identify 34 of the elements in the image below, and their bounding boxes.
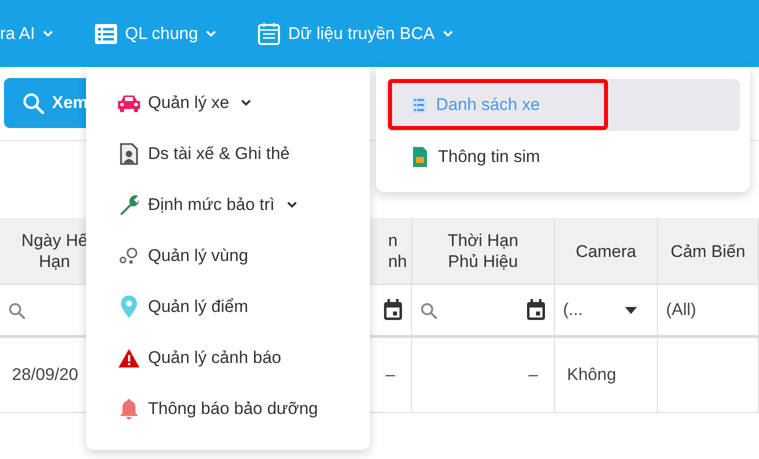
chevron-icon	[442, 30, 453, 37]
table-cell: –	[412, 338, 555, 413]
map-pin-icon	[120, 294, 138, 318]
table-cell: Không	[555, 338, 658, 413]
calendar-icon	[526, 299, 546, 321]
calendar-icon	[383, 299, 403, 321]
search-icon	[22, 92, 44, 114]
list-icon	[412, 97, 426, 113]
id-card-icon	[120, 142, 138, 164]
calendar-icon	[258, 22, 280, 44]
bell-icon	[119, 398, 139, 420]
list-icon	[94, 24, 117, 44]
circles-icon	[119, 246, 139, 264]
chevron-icon	[42, 30, 53, 37]
sim-card-icon	[412, 146, 428, 168]
column-header: Camera	[576, 240, 636, 262]
menu-item[interactable]: Thông tin sim	[386, 131, 740, 183]
column-header: n nh	[388, 230, 407, 272]
filter-dropdown[interactable]: (...	[563, 300, 583, 320]
chevron-icon	[206, 30, 216, 37]
menu-item[interactable]: Định mức bảo trì	[86, 179, 370, 230]
dropdown-caret-icon	[625, 306, 637, 314]
search-icon	[420, 302, 437, 318]
filter-value[interactable]: (All)	[666, 300, 696, 320]
menu-item[interactable]: Quản lý điểm	[86, 281, 370, 332]
car-icon	[117, 94, 141, 112]
warning-icon	[118, 348, 140, 368]
wrench-icon	[118, 194, 140, 216]
column-header: Ngày Hế Hạn	[21, 230, 88, 272]
menu-item[interactable]: Ds tài xế & Ghi thẻ	[86, 128, 370, 179]
column-header: Cảm Biến	[670, 240, 746, 262]
column-header: Thời Hạn Phủ Hiệu	[448, 230, 518, 272]
menu-item[interactable]: Quản lý vùng	[86, 230, 370, 281]
search-icon	[8, 302, 25, 318]
